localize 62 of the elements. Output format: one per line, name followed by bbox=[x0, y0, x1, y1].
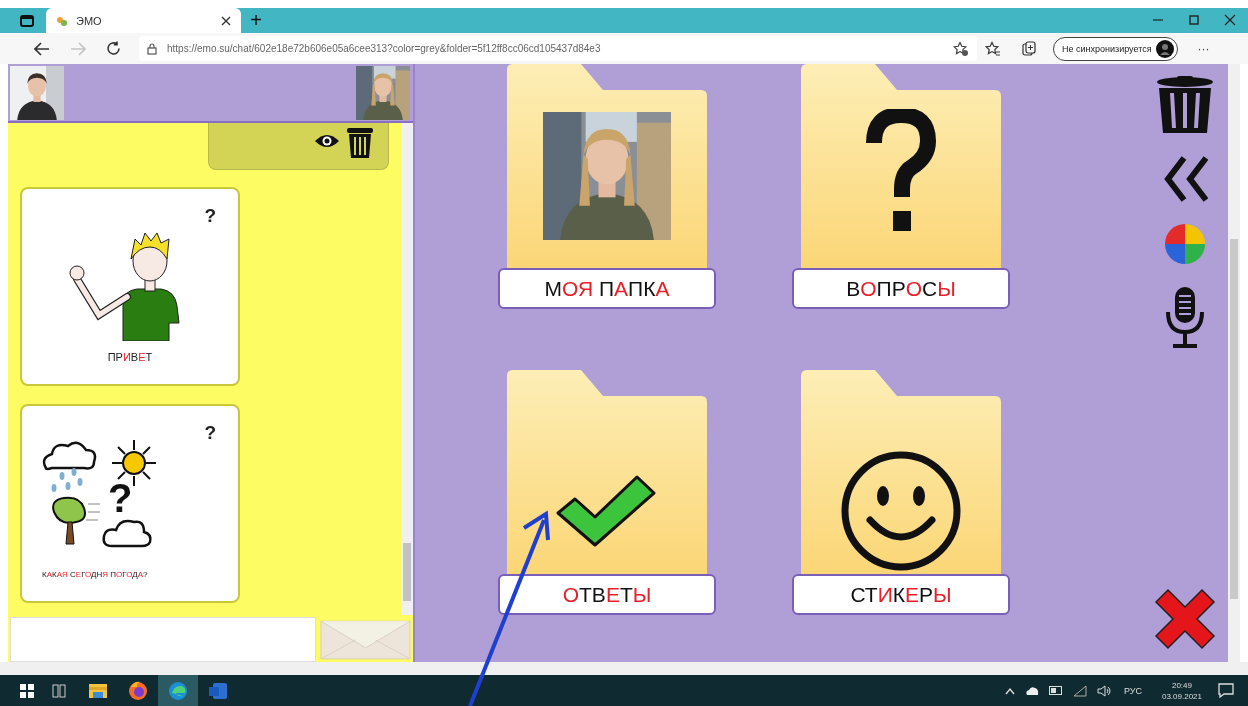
lock-icon bbox=[147, 42, 157, 55]
avatar-icon bbox=[1155, 39, 1174, 58]
close-icon[interactable] bbox=[221, 15, 231, 26]
document-icon bbox=[208, 680, 228, 701]
tab-title: ЭМО bbox=[76, 14, 103, 27]
folder-icon[interactable] bbox=[801, 370, 1001, 574]
message-field[interactable] bbox=[10, 617, 316, 662]
envelope-icon bbox=[320, 619, 411, 660]
more-button[interactable]: ··· bbox=[1193, 41, 1214, 56]
battery-icon[interactable] bbox=[1048, 686, 1063, 695]
back-icon[interactable] bbox=[34, 41, 50, 56]
folder-icon[interactable] bbox=[507, 370, 707, 574]
clock-time[interactable]: 20:49 bbox=[1171, 679, 1192, 691]
favorites-icon[interactable] bbox=[985, 40, 1001, 57]
trash-icon[interactable] bbox=[1155, 76, 1215, 134]
smiley-icon bbox=[840, 450, 962, 572]
taskbar-app[interactable] bbox=[158, 675, 198, 706]
refresh-icon[interactable] bbox=[106, 41, 121, 56]
favicon-icon bbox=[56, 14, 68, 27]
symbol-card[interactable]: ? ПРИВЕТ bbox=[20, 187, 240, 386]
browser-icon bbox=[128, 680, 148, 701]
tab-actions-icon[interactable] bbox=[20, 15, 34, 27]
scrollbar[interactable] bbox=[0, 662, 1248, 675]
folder-label[interactable]: МОЯ ПАПКА bbox=[498, 268, 716, 309]
new-tab-button[interactable]: + bbox=[245, 8, 267, 33]
close-icon[interactable] bbox=[1224, 14, 1236, 26]
clock-date[interactable]: 03.09.2021 bbox=[1161, 690, 1202, 702]
color-wheel-icon[interactable] bbox=[1165, 224, 1205, 264]
windows-icon[interactable] bbox=[20, 683, 34, 698]
scrollbar[interactable] bbox=[1228, 64, 1240, 662]
notification-icon[interactable] bbox=[1218, 683, 1234, 698]
task-view-icon[interactable] bbox=[52, 683, 66, 698]
folder-label[interactable]: СТИКЕРЫ bbox=[792, 574, 1010, 615]
browser-tab[interactable]: ЭМО bbox=[46, 8, 241, 33]
language-indicator[interactable]: РУС bbox=[1123, 685, 1142, 696]
microphone-icon[interactable] bbox=[1165, 286, 1205, 348]
collections-icon[interactable] bbox=[1021, 40, 1037, 57]
card-caption: ПРИВЕТ bbox=[107, 351, 153, 363]
chevron-up-icon[interactable] bbox=[1004, 686, 1015, 695]
address-field[interactable]: https://emo.su/chat/602e18e72b606e05a6cee313?color=grey&folder=5f12ff8cc06cd105437d84e3 bbox=[139, 36, 977, 61]
help-mark: ? bbox=[204, 422, 216, 444]
eye-icon[interactable] bbox=[314, 133, 340, 149]
trash-icon[interactable] bbox=[346, 127, 374, 159]
network-icon[interactable] bbox=[1072, 684, 1087, 697]
question-mark: ? bbox=[108, 478, 133, 518]
double-chevron-icon[interactable] bbox=[1162, 156, 1208, 202]
folder-label[interactable]: ОТВЕТЫ bbox=[498, 574, 716, 615]
star-add-icon[interactable] bbox=[953, 40, 969, 57]
card-caption: КАКАЯ СЕГОДНЯ ПОГОДА? bbox=[42, 570, 148, 579]
folder-label[interactable]: ВОПРОСЫ bbox=[792, 268, 1010, 309]
symbol-card[interactable]: ? ? КАКАЯ СЕГОДНЯ ПОГОДА? bbox=[20, 404, 240, 603]
folder-icon[interactable] bbox=[801, 64, 1001, 268]
profile-button[interactable]: Не синхронизируется bbox=[1053, 36, 1178, 61]
scrollbar[interactable] bbox=[401, 123, 413, 615]
volume-icon[interactable] bbox=[1096, 684, 1111, 697]
checkmark-icon bbox=[555, 473, 657, 547]
close-icon[interactable] bbox=[1154, 588, 1216, 650]
url-text: https://emo.su/chat/602e18e72b606e05a6cee313?color=grey&folder=5f12ff8cc06cd105437d84e3 bbox=[167, 43, 602, 54]
help-mark: ? bbox=[204, 205, 216, 227]
browser-icon bbox=[168, 680, 188, 701]
maximize-icon[interactable] bbox=[1188, 14, 1200, 26]
cloud-icon[interactable] bbox=[1024, 686, 1039, 695]
